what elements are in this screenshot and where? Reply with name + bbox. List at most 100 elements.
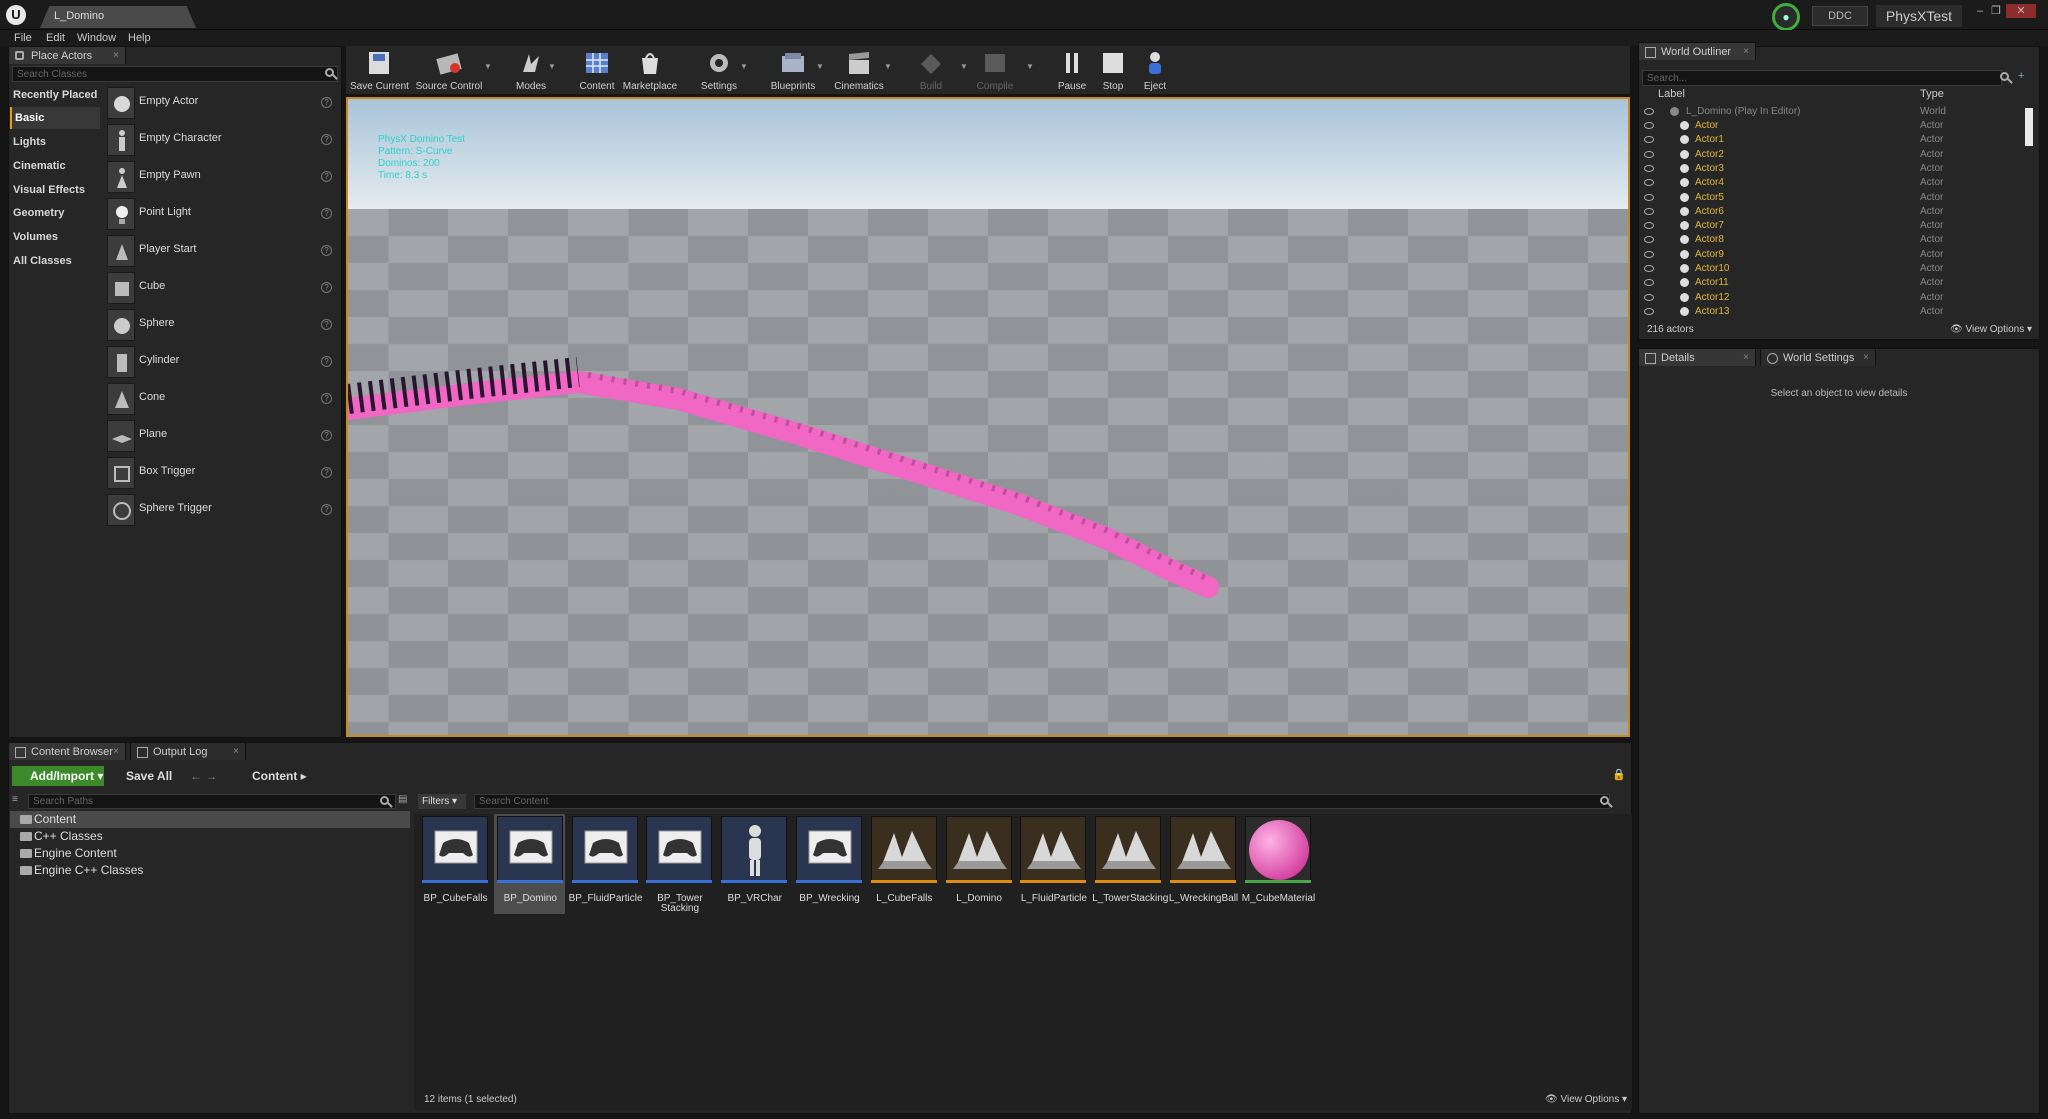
actor-row-sphere[interactable]: Sphere ?: [104, 307, 340, 343]
actor-row-empty-character[interactable]: Empty Character ?: [104, 122, 340, 158]
help-icon[interactable]: ?: [321, 282, 332, 293]
outliner-actor-row[interactable]: Actor3 Actor: [1642, 162, 2022, 176]
search-paths-input[interactable]: Search Paths: [28, 794, 396, 809]
outliner-actor-row[interactable]: Actor Actor: [1642, 119, 2022, 133]
visibility-eye-icon[interactable]: [1644, 265, 1654, 272]
restore-icon[interactable]: ❐: [1988, 4, 2004, 18]
source-control-status-icon[interactable]: ●: [1772, 3, 1800, 31]
tree-item-cpp-classes[interactable]: C++ Classes: [10, 828, 410, 845]
help-icon[interactable]: ?: [321, 319, 332, 330]
help-icon[interactable]: ?: [321, 504, 332, 515]
cinematics-dropdown-icon[interactable]: ▼: [884, 62, 892, 71]
level-viewport[interactable]: [346, 97, 1630, 737]
visibility-eye-icon[interactable]: [1644, 307, 1654, 315]
build-button[interactable]: Build: [902, 46, 960, 94]
help-icon[interactable]: ?: [321, 208, 332, 219]
content-view-options[interactable]: 👁 View Options ▾: [1545, 1094, 1627, 1105]
compile-dropdown-icon[interactable]: ▼: [1026, 62, 1034, 71]
outliner-actor-row[interactable]: Actor6 Actor: [1642, 205, 2022, 219]
outliner-scrollbar[interactable]: [2025, 108, 2033, 146]
asset-tile[interactable]: M_CubeMaterial: [1242, 814, 1315, 914]
marketplace-button[interactable]: Marketplace: [622, 46, 678, 94]
search-classes-input[interactable]: Search Classes: [12, 66, 338, 82]
modes-dropdown-icon[interactable]: ▼: [548, 62, 556, 71]
asset-tile[interactable]: BP_Tower Stacking: [643, 814, 714, 914]
actor-row-plane[interactable]: Plane ?: [104, 418, 340, 454]
visibility-eye-icon[interactable]: [1644, 122, 1654, 129]
category-volumes[interactable]: Volumes: [10, 226, 100, 248]
tree-item-engine-content[interactable]: Engine Content: [10, 845, 410, 862]
asset-tile[interactable]: L_WreckingBall: [1167, 814, 1238, 914]
outliner-actor-row[interactable]: Actor12 Actor: [1642, 291, 2022, 305]
help-icon[interactable]: ?: [321, 134, 332, 145]
view-list-icon[interactable]: ▤: [398, 794, 410, 809]
menu-edit[interactable]: Edit: [46, 30, 65, 46]
outliner-actor-row[interactable]: Actor7 Actor: [1642, 219, 2022, 233]
close-tab-icon[interactable]: ×: [1743, 349, 1749, 367]
help-icon[interactable]: ?: [321, 467, 332, 478]
minimize-icon[interactable]: –: [1972, 4, 1988, 18]
help-icon[interactable]: ?: [321, 356, 332, 367]
visibility-eye-icon[interactable]: [1644, 279, 1654, 287]
visibility-eye-icon[interactable]: [1644, 179, 1654, 187]
outliner-col-label[interactable]: Label: [1658, 88, 1685, 100]
outliner-actor-row[interactable]: Actor2 Actor: [1642, 148, 2022, 162]
save-current-button[interactable]: Save Current: [350, 46, 409, 94]
search-content-input[interactable]: Search Content: [474, 794, 1610, 809]
asset-tile[interactable]: BP_Domino: [493, 814, 565, 914]
content-button[interactable]: Content: [568, 46, 626, 94]
category-all-classes[interactable]: All Classes: [10, 250, 100, 272]
close-tab-icon[interactable]: ×: [233, 743, 239, 761]
outliner-actor-row[interactable]: Actor10 Actor: [1642, 262, 2022, 276]
visibility-eye-icon[interactable]: [1644, 136, 1654, 144]
add-import-button[interactable]: Add/Import ▾: [12, 766, 104, 786]
tab-world-outliner[interactable]: World Outliner ×: [1638, 42, 1756, 60]
visibility-eye-icon[interactable]: [1644, 164, 1654, 172]
tab-world-settings[interactable]: World Settings ×: [1760, 348, 1876, 366]
asset-tile[interactable]: BP_CubeFalls: [419, 814, 490, 914]
blueprints-button[interactable]: Blueprints: [764, 46, 822, 94]
tab-details[interactable]: Details ×: [1638, 348, 1756, 366]
help-icon[interactable]: ?: [321, 430, 332, 441]
close-tab-icon[interactable]: ×: [113, 47, 119, 65]
breadcrumb[interactable]: Content ▸: [230, 766, 307, 786]
tree-item-content[interactable]: Content: [10, 811, 410, 828]
actor-row-box-trigger[interactable]: Box Trigger ?: [104, 455, 340, 491]
asset-tile[interactable]: L_CubeFalls: [868, 814, 939, 914]
actor-row-empty-actor[interactable]: Empty Actor ?: [104, 85, 340, 121]
actor-row-cone[interactable]: Cone ?: [104, 381, 340, 417]
visibility-eye-icon[interactable]: [1644, 293, 1654, 301]
filters-button[interactable]: Filters ▾: [418, 794, 466, 809]
help-icon[interactable]: ?: [321, 245, 332, 256]
menu-help[interactable]: Help: [128, 30, 151, 46]
blueprints-dropdown-icon[interactable]: ▼: [816, 62, 824, 71]
category-visual-effects[interactable]: Visual Effects: [10, 179, 100, 201]
asset-tile[interactable]: BP_VRChar: [718, 814, 789, 914]
visibility-eye-icon[interactable]: [1644, 108, 1654, 115]
actor-row-cube[interactable]: Cube ?: [104, 270, 340, 306]
tab-place-actors[interactable]: Place Actors ×: [8, 46, 126, 64]
menu-file[interactable]: File: [14, 30, 32, 46]
save-all-button[interactable]: Save All: [112, 766, 172, 786]
unreal-logo-icon[interactable]: U: [6, 5, 26, 25]
settings-dropdown-icon[interactable]: ▼: [740, 62, 748, 71]
level-document-tab[interactable]: L_Domino: [40, 6, 196, 28]
compile-button[interactable]: Compile: [966, 46, 1024, 94]
source-control-dropdown-icon[interactable]: ▼: [484, 62, 492, 71]
visibility-eye-icon[interactable]: [1644, 222, 1654, 230]
actor-row-player-start[interactable]: Player Start ?: [104, 233, 340, 269]
asset-tile[interactable]: L_Domino: [943, 814, 1014, 914]
history-back-forward-icon[interactable]: ← →: [190, 766, 217, 786]
outliner-actor-row[interactable]: Actor4 Actor: [1642, 176, 2022, 190]
category-basic[interactable]: Basic: [10, 107, 100, 129]
visibility-eye-icon[interactable]: [1644, 207, 1654, 215]
category-geometry[interactable]: Geometry: [10, 202, 100, 224]
visibility-eye-icon[interactable]: [1644, 236, 1654, 244]
asset-tile[interactable]: BP_FluidParticle: [569, 814, 643, 914]
outliner-actor-row[interactable]: Actor11 Actor: [1642, 276, 2022, 290]
outliner-search-input[interactable]: Search...: [1642, 70, 2002, 86]
asset-tile[interactable]: L_TowerStacking: [1092, 814, 1168, 914]
category-recently-placed[interactable]: Recently Placed: [10, 84, 100, 106]
outliner-world-row[interactable]: L_Domino (Play In Editor) World: [1642, 105, 2022, 119]
tree-item-engine-cpp-classes[interactable]: Engine C++ Classes: [10, 862, 410, 879]
